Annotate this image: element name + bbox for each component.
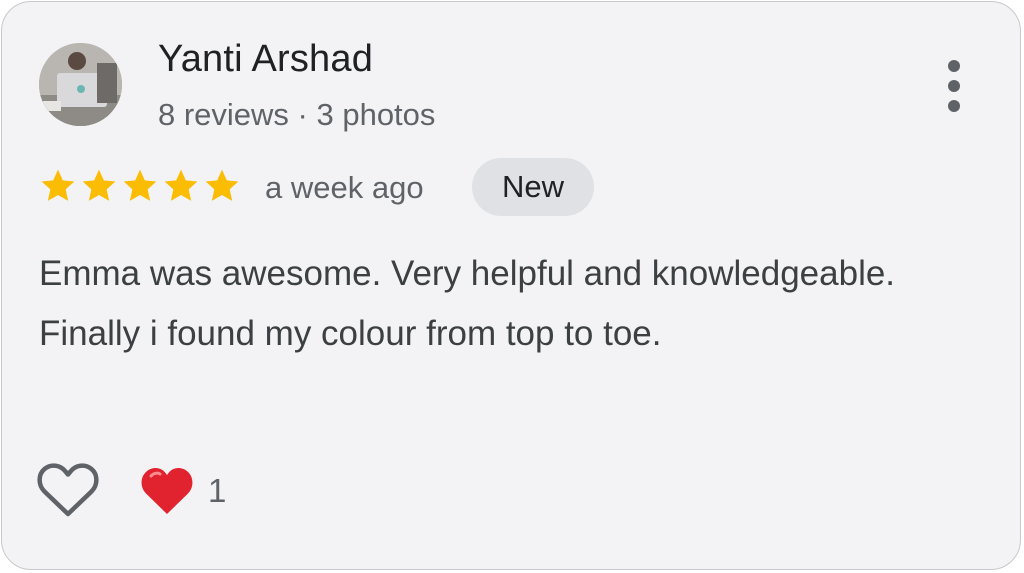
more-vert-icon [948, 60, 960, 72]
more-vert-icon-dot [948, 80, 960, 92]
author-name[interactable]: Yanti Arshad [158, 38, 373, 81]
star-icon [202, 166, 242, 206]
heart-outline-icon [37, 463, 99, 517]
new-badge: New [472, 158, 594, 216]
more-vert-icon-dot [948, 100, 960, 112]
avatar[interactable] [39, 43, 122, 126]
red-heart-icon[interactable] [140, 464, 194, 516]
avatar-photo [39, 43, 122, 126]
author-meta: 8 reviews · 3 photos [158, 97, 436, 132]
star-icon [79, 166, 119, 206]
more-options-button[interactable] [932, 54, 976, 118]
star-icon [161, 166, 201, 206]
star-icon [38, 166, 78, 206]
review-card: Yanti Arshad 8 reviews · 3 photos a week… [1, 1, 1021, 570]
star-rating [38, 166, 242, 206]
like-button[interactable] [36, 460, 100, 520]
star-icon [120, 166, 160, 206]
reaction-count: 1 [208, 472, 227, 509]
review-text: Emma was awesome. Very helpful and knowl… [39, 254, 896, 353]
review-time: a week ago [265, 170, 424, 205]
